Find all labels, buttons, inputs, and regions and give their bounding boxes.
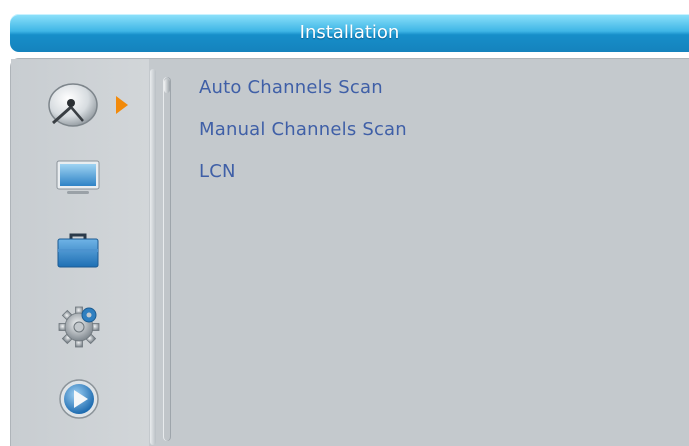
title-bar: Installation: [10, 14, 689, 52]
selection-arrow-icon: [116, 96, 128, 114]
menu-item-auto-channels-scan[interactable]: Auto Channels Scan: [199, 77, 383, 98]
toolbox-icon[interactable]: [55, 231, 101, 271]
sidebar: [11, 59, 149, 446]
menu-item-lcn[interactable]: LCN: [199, 161, 236, 182]
satellite-dish-icon[interactable]: [45, 81, 105, 131]
play-icon[interactable]: [57, 377, 101, 421]
scrollbar[interactable]: [163, 77, 171, 441]
scrollbar-thumb[interactable]: [164, 79, 170, 93]
page-title: Installation: [299, 22, 400, 43]
menu-item-manual-channels-scan[interactable]: Manual Channels Scan: [199, 119, 407, 140]
sidebar-divider: [150, 69, 156, 445]
main-panel: Auto Channels Scan Manual Channels Scan …: [10, 58, 689, 446]
gear-icon[interactable]: [55, 303, 103, 349]
tv-icon[interactable]: [55, 159, 101, 199]
